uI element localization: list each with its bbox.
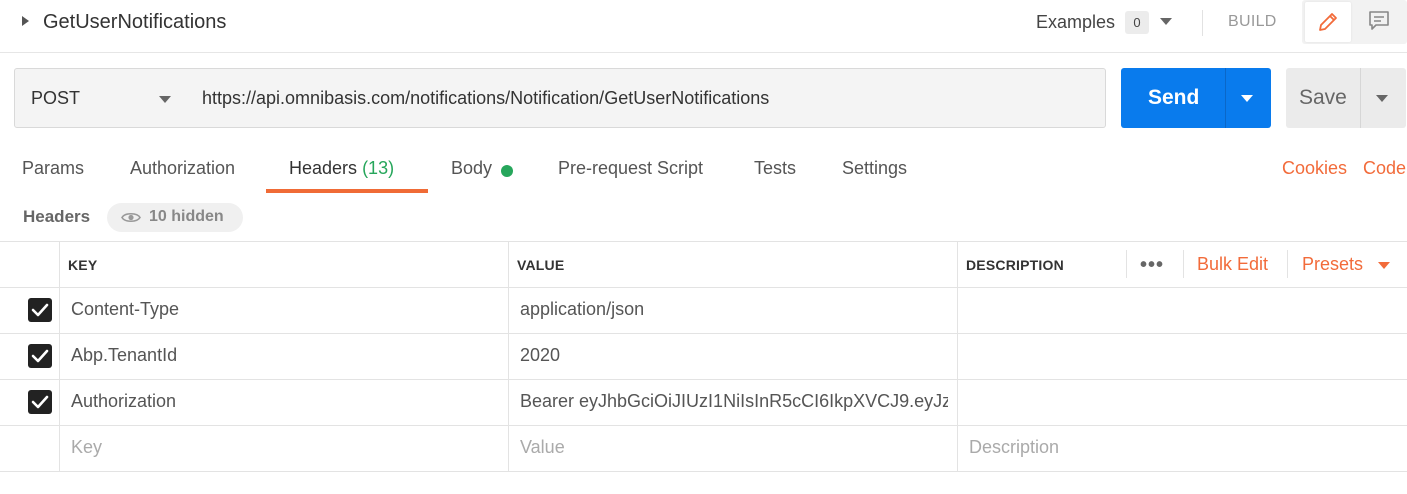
table-border: [1287, 250, 1288, 278]
body-status-dot-icon: [501, 165, 513, 177]
table-border: [0, 425, 1407, 426]
new-key-input[interactable]: Key: [71, 437, 501, 458]
code-link[interactable]: Code: [1363, 158, 1406, 179]
check-icon: [31, 303, 49, 317]
hidden-headers-label: 10 hidden: [149, 208, 224, 225]
hidden-headers-toggle[interactable]: 10 hidden: [107, 203, 243, 232]
new-value-input[interactable]: Value: [520, 437, 948, 458]
header-value-cell[interactable]: Bearer eyJhbGciOiJIUzI1NiIsInR5cCI6IkpXV…: [520, 391, 948, 412]
header-key-cell[interactable]: Authorization: [71, 391, 501, 412]
tab-authorization[interactable]: Authorization: [130, 158, 235, 179]
header-key-cell[interactable]: Content-Type: [71, 299, 501, 320]
table-border: [0, 287, 1407, 288]
row-enabled-checkbox[interactable]: [28, 344, 52, 368]
send-label: Send: [1148, 86, 1200, 109]
url-input[interactable]: [187, 68, 1106, 128]
expand-caret-icon[interactable]: [22, 16, 29, 26]
header-value-cell[interactable]: 2020: [520, 345, 948, 366]
table-border: [1183, 250, 1184, 278]
table-border: [957, 241, 958, 472]
table-border: [59, 241, 60, 472]
method-label: POST: [31, 88, 81, 108]
presets-chevron-down-icon[interactable]: [1378, 262, 1390, 269]
pencil-icon: [1319, 13, 1337, 31]
table-border: [0, 241, 1407, 242]
header-key-cell[interactable]: Abp.TenantId: [71, 345, 501, 366]
tab-headers-label: Headers: [289, 158, 358, 178]
check-icon: [31, 349, 49, 363]
save-options-chevron-down-icon[interactable]: [1376, 95, 1388, 102]
row-enabled-checkbox[interactable]: [28, 298, 52, 322]
divider: [1202, 10, 1203, 36]
table-border: [1126, 250, 1127, 278]
new-description-input[interactable]: Description: [969, 437, 1399, 458]
save-divider: [1360, 68, 1361, 128]
comment-icon: [1369, 11, 1389, 30]
tab-headers[interactable]: Headers (13): [289, 158, 394, 179]
header-value-cell[interactable]: application/json: [520, 299, 948, 320]
eye-icon: [121, 212, 141, 223]
request-header-bar: GetUserNotifications Examples 0 BUILD: [0, 0, 1407, 53]
edit-mode-button[interactable]: [1305, 2, 1351, 42]
tab-headers-count: (13): [362, 158, 395, 178]
send-button[interactable]: Send: [1121, 68, 1271, 128]
table-border: [0, 379, 1407, 380]
save-label: Save: [1299, 86, 1347, 109]
tab-body[interactable]: Body: [451, 158, 492, 179]
request-name[interactable]: GetUserNotifications: [43, 11, 226, 34]
table-border: [0, 471, 1407, 472]
column-header-key: KEY: [68, 257, 98, 273]
build-link[interactable]: BUILD: [1228, 13, 1277, 31]
cookies-link[interactable]: Cookies: [1282, 158, 1347, 179]
more-options-icon[interactable]: •••: [1140, 254, 1164, 277]
examples-chevron-down-icon[interactable]: [1160, 18, 1172, 25]
tab-settings[interactable]: Settings: [842, 158, 907, 179]
table-border: [0, 333, 1407, 334]
method-select[interactable]: POST: [14, 68, 188, 128]
presets-dropdown[interactable]: Presets: [1302, 254, 1363, 275]
save-button[interactable]: Save: [1286, 68, 1406, 128]
active-tab-indicator: [266, 189, 428, 193]
check-icon: [31, 395, 49, 409]
tab-params[interactable]: Params: [22, 158, 84, 179]
examples-count-badge: 0: [1125, 11, 1149, 34]
send-options-chevron-down-icon[interactable]: [1241, 95, 1253, 102]
send-divider: [1225, 68, 1226, 128]
headers-section-title: Headers: [23, 207, 91, 226]
method-chevron-down-icon: [159, 96, 171, 103]
tab-tests[interactable]: Tests: [754, 158, 796, 179]
bulk-edit-link[interactable]: Bulk Edit: [1197, 254, 1268, 275]
examples-dropdown-label[interactable]: Examples: [1036, 12, 1115, 33]
table-border: [508, 241, 509, 472]
column-header-value: VALUE: [517, 257, 565, 273]
tab-pre-request-script[interactable]: Pre-request Script: [558, 158, 703, 179]
column-header-description: DESCRIPTION: [966, 257, 1064, 273]
row-enabled-checkbox[interactable]: [28, 390, 52, 414]
